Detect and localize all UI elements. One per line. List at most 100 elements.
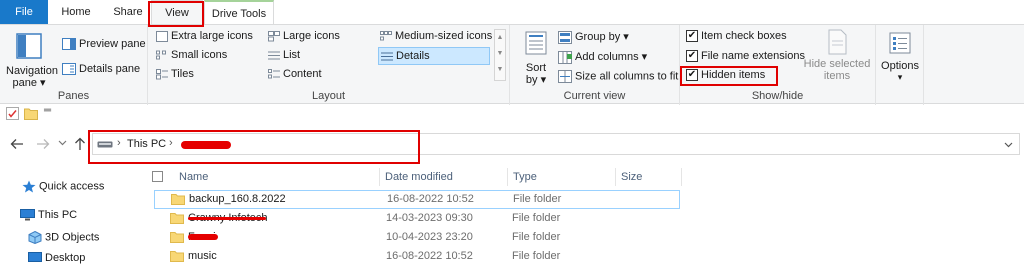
size-all-columns-label: Size all columns to fit bbox=[575, 70, 679, 83]
address-row: › This PC › bbox=[0, 128, 1024, 158]
file-name: music bbox=[188, 250, 217, 262]
size-all-columns-icon bbox=[558, 70, 572, 83]
hide-selected-items-button[interactable]: Hide selected items bbox=[802, 29, 872, 82]
address-bar[interactable]: › This PC › bbox=[92, 133, 1020, 155]
layout-list[interactable]: List bbox=[268, 49, 300, 61]
table-row[interactable]: Fanni 10-04-2023 23:20 File folder bbox=[154, 229, 680, 248]
nav-item-3d-objects-label: 3D Objects bbox=[45, 231, 100, 244]
folder-icon bbox=[171, 194, 185, 205]
address-dropdown-icon[interactable] bbox=[1004, 142, 1013, 148]
tab-home[interactable]: Home bbox=[56, 0, 96, 24]
redacted-drive-name bbox=[181, 141, 231, 149]
tab-file[interactable]: File bbox=[0, 0, 48, 24]
layout-medium-icons[interactable]: Medium-sized icons bbox=[380, 30, 492, 42]
breadcrumb-this-pc[interactable]: This PC bbox=[127, 138, 166, 150]
layout-tiles[interactable]: Tiles bbox=[156, 68, 194, 80]
nav-item-this-pc[interactable]: This PC bbox=[20, 209, 77, 221]
file-date: 16-08-2022 10:52 bbox=[387, 193, 474, 205]
layout-gallery-scroller[interactable]: ▲ ▼ ▼ bbox=[494, 29, 506, 81]
extra-large-icons-icon bbox=[156, 30, 168, 42]
preview-pane-button[interactable]: Preview pane bbox=[62, 38, 146, 51]
options-button[interactable]: Options ▾ bbox=[878, 31, 922, 82]
table-row[interactable]: Crawny Infotech 14-03-2023 09:30 File fo… bbox=[154, 210, 680, 229]
column-header-date-modified[interactable]: Date modified bbox=[380, 168, 508, 186]
add-columns-icon bbox=[558, 50, 572, 64]
navigation-pane-button[interactable]: Navigation pane ▾ bbox=[6, 33, 58, 89]
current-view-group: Sort by ▾ Group by ▾ Add columns ▾ Size … bbox=[510, 25, 680, 105]
details-pane-label: Details pane bbox=[79, 63, 141, 75]
layout-extra-large-icons[interactable]: Extra large icons bbox=[156, 30, 253, 42]
recent-locations-chevron-icon[interactable] bbox=[58, 140, 67, 146]
item-check-boxes-label: Item check boxes bbox=[701, 30, 787, 42]
layout-content[interactable]: Content bbox=[268, 68, 322, 80]
up-arrow-icon[interactable] bbox=[74, 137, 86, 151]
table-row[interactable]: backup_160.8.2022 16-08-2022 10:52 File … bbox=[154, 190, 680, 209]
item-check-boxes-checkbox[interactable]: ✔ bbox=[686, 30, 698, 43]
breadcrumb-chevron-2[interactable]: › bbox=[169, 137, 173, 149]
properties-icon[interactable] bbox=[6, 107, 19, 120]
file-type: File folder bbox=[512, 231, 561, 243]
layout-group: Extra large icons Large icons Medium-siz… bbox=[148, 25, 510, 105]
column-header-type[interactable]: Type bbox=[508, 168, 616, 186]
panes-group-label: Panes bbox=[57, 90, 90, 102]
current-view-group-label: Current view bbox=[563, 90, 626, 102]
file-type: File folder bbox=[512, 212, 561, 224]
small-icons-icon bbox=[156, 50, 166, 60]
column-header-name[interactable]: Name bbox=[174, 168, 380, 186]
item-check-boxes-toggle[interactable]: ✔ Item check boxes bbox=[686, 30, 787, 43]
show-hide-group-label: Show/hide bbox=[751, 90, 804, 102]
hidden-items-toggle[interactable]: ✔ Hidden items bbox=[686, 69, 766, 82]
file-name-extensions-checkbox[interactable]: ✔ bbox=[686, 50, 698, 63]
layout-list-label: List bbox=[283, 49, 301, 61]
layout-details-label: Details bbox=[396, 50, 430, 62]
layout-extra-large-icons-label: Extra large icons bbox=[171, 30, 253, 42]
gallery-more-icon[interactable]: ▼ bbox=[495, 62, 505, 78]
hidden-items-label: Hidden items bbox=[701, 69, 766, 81]
breadcrumb-chevron-1[interactable]: › bbox=[117, 137, 121, 149]
options-label: Options bbox=[881, 60, 919, 72]
back-arrow-icon[interactable] bbox=[10, 138, 24, 150]
add-columns-button[interactable]: Add columns ▾ bbox=[558, 50, 647, 64]
tab-view[interactable]: View bbox=[151, 0, 203, 24]
file-name-extensions-toggle[interactable]: ✔ File name extensions bbox=[686, 50, 805, 63]
nav-item-quick-access[interactable]: Quick access bbox=[22, 180, 104, 193]
gallery-up-arrow-icon[interactable]: ▲ bbox=[495, 30, 505, 46]
layout-group-label: Layout bbox=[311, 90, 346, 102]
hide-selected-label-2: items bbox=[823, 70, 851, 82]
sort-by-button[interactable]: Sort by ▾ bbox=[520, 30, 552, 86]
layout-large-icons-label: Large icons bbox=[283, 30, 340, 42]
hidden-items-checkbox[interactable]: ✔ bbox=[686, 69, 698, 82]
medium-icons-icon bbox=[380, 30, 392, 41]
customize-qat-icon[interactable]: ═ bbox=[44, 105, 51, 116]
tab-share[interactable]: Share bbox=[108, 0, 148, 24]
select-all-checkbox[interactable] bbox=[152, 171, 163, 182]
group-by-button[interactable]: Group by ▾ bbox=[558, 30, 629, 44]
file-type: File folder bbox=[512, 250, 561, 262]
folder-icon bbox=[170, 251, 184, 262]
layout-small-icons[interactable]: Small icons bbox=[156, 49, 227, 61]
new-folder-icon[interactable] bbox=[24, 107, 38, 120]
preview-pane-label: Preview pane bbox=[79, 38, 146, 50]
layout-large-icons[interactable]: Large icons bbox=[268, 30, 340, 42]
column-header-size[interactable]: Size bbox=[616, 168, 682, 186]
file-name-extensions-label: File name extensions bbox=[701, 50, 805, 62]
forward-arrow-icon[interactable] bbox=[36, 138, 50, 150]
details-pane-button[interactable]: Details pane bbox=[62, 63, 141, 76]
details-pane-icon bbox=[62, 63, 76, 76]
hide-selected-label-1: Hide selected bbox=[803, 58, 871, 70]
size-all-columns-button[interactable]: Size all columns to fit bbox=[558, 70, 678, 83]
tab-drive-tools[interactable]: Drive Tools bbox=[204, 0, 274, 24]
file-date: 10-04-2023 23:20 bbox=[386, 231, 473, 243]
large-icons-icon bbox=[268, 30, 280, 42]
gallery-down-arrow-icon[interactable]: ▼ bbox=[495, 46, 505, 62]
preview-pane-icon bbox=[62, 38, 76, 51]
file-date: 14-03-2023 09:30 bbox=[386, 212, 473, 224]
options-dropdown-arrow: ▾ bbox=[897, 72, 903, 82]
computer-icon bbox=[20, 209, 35, 221]
table-row[interactable]: music 16-08-2022 10:52 File folder bbox=[154, 248, 680, 267]
layout-details-selected[interactable]: Details bbox=[378, 47, 490, 65]
nav-item-3d-objects[interactable]: 3D Objects bbox=[28, 231, 99, 244]
nav-item-desktop-label: Desktop bbox=[45, 252, 86, 264]
nav-item-desktop[interactable]: Desktop bbox=[28, 252, 85, 264]
layout-content-label: Content bbox=[283, 68, 322, 80]
